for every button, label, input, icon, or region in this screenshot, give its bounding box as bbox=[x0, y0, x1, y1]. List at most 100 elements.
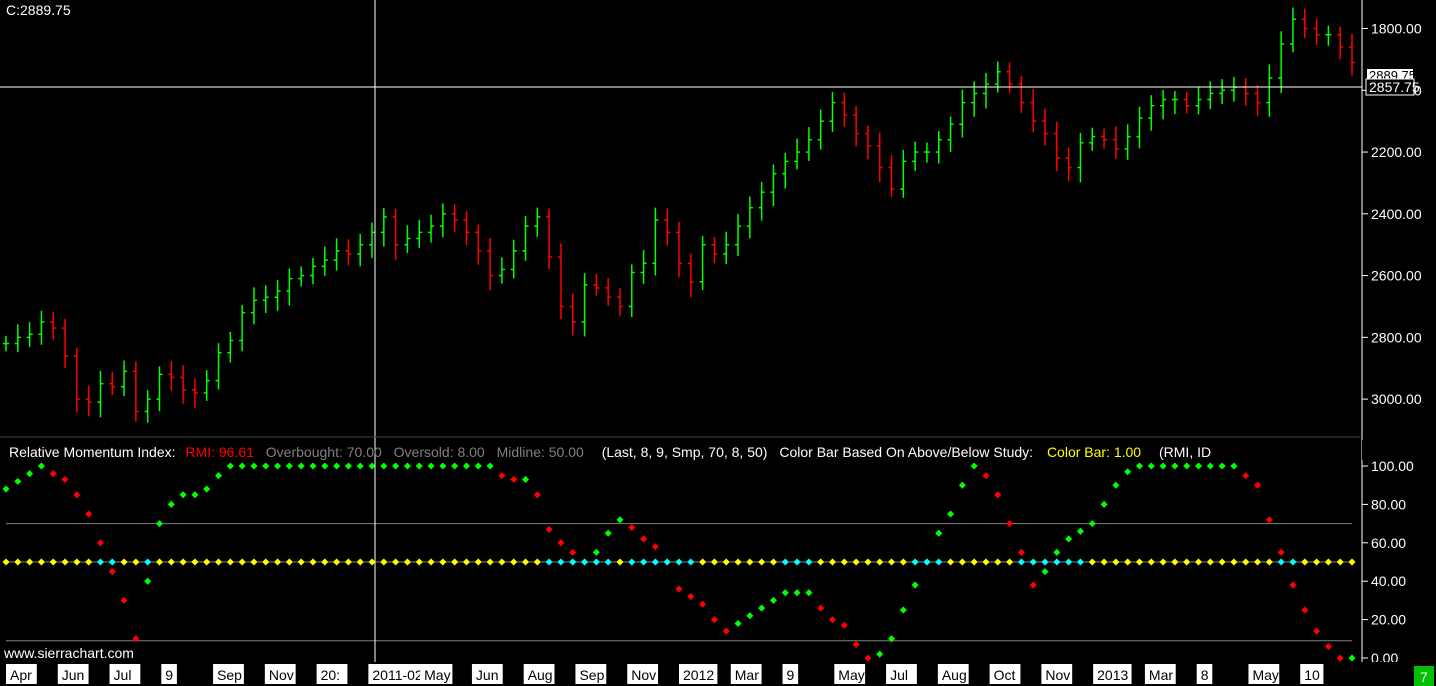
price-bar[interactable] bbox=[227, 331, 234, 363]
price-bar[interactable] bbox=[97, 371, 104, 418]
price-bar[interactable] bbox=[1160, 89, 1167, 120]
price-bar[interactable] bbox=[85, 385, 92, 417]
price-bar[interactable] bbox=[605, 278, 612, 306]
time-axis-label[interactable]: Aug bbox=[937, 664, 969, 684]
price-bar[interactable] bbox=[616, 288, 623, 317]
chart-canvas[interactable]: C:2889.75 3000.00 2800.00 2600.00 2400.00 22… bbox=[0, 0, 1436, 686]
price-bar[interactable] bbox=[180, 365, 187, 404]
time-axis-label[interactable]: Aug bbox=[523, 664, 555, 684]
price-bar[interactable] bbox=[510, 239, 517, 279]
price-bar[interactable] bbox=[1124, 124, 1131, 160]
price-bar[interactable] bbox=[298, 266, 305, 287]
price-bar[interactable] bbox=[994, 61, 1001, 93]
price-bar[interactable] bbox=[1230, 77, 1237, 102]
price-bar[interactable] bbox=[888, 155, 895, 197]
price-bar[interactable] bbox=[1337, 26, 1344, 60]
price-bar[interactable] bbox=[38, 310, 45, 345]
price-bar[interactable] bbox=[723, 231, 730, 265]
time-axis-label[interactable]: 9 bbox=[782, 664, 799, 684]
price-bar[interactable] bbox=[144, 390, 151, 423]
price-bar[interactable] bbox=[333, 238, 340, 271]
price-bar[interactable] bbox=[652, 207, 659, 276]
price-bar[interactable] bbox=[1101, 128, 1108, 149]
price-bar[interactable] bbox=[1195, 86, 1202, 115]
time-axis-label[interactable]: May bbox=[1248, 664, 1280, 684]
price-bar[interactable] bbox=[262, 285, 269, 313]
price-bar[interactable] bbox=[1313, 18, 1320, 45]
price-bar[interactable] bbox=[357, 233, 364, 267]
price-bar[interactable] bbox=[392, 208, 399, 260]
price-bar[interactable] bbox=[947, 116, 954, 153]
price-bar[interactable] bbox=[1053, 121, 1060, 172]
price-bar[interactable] bbox=[664, 208, 671, 246]
price-bar[interactable] bbox=[380, 207, 387, 247]
price-bar[interactable] bbox=[805, 127, 812, 162]
price-bar[interactable] bbox=[50, 311, 57, 340]
price-bar[interactable] bbox=[1289, 7, 1296, 53]
time-axis-label[interactable]: Oct bbox=[989, 664, 1021, 684]
price-bar[interactable] bbox=[1278, 31, 1285, 94]
price-bar[interactable] bbox=[676, 221, 682, 278]
price-bar[interactable] bbox=[841, 92, 848, 127]
price-bar[interactable] bbox=[321, 246, 328, 276]
price-bar[interactable] bbox=[735, 214, 742, 256]
price-bar[interactable] bbox=[782, 152, 789, 189]
time-axis-label[interactable]: 10 bbox=[1300, 664, 1324, 684]
price-bar[interactable] bbox=[628, 264, 635, 317]
price-bar[interactable] bbox=[1112, 126, 1119, 159]
price-bar[interactable] bbox=[522, 215, 529, 261]
price-bar[interactable] bbox=[853, 106, 860, 147]
price-bar[interactable] bbox=[274, 279, 281, 311]
time-axis-label[interactable]: Jun bbox=[471, 664, 503, 684]
time-axis-label[interactable]: Sep bbox=[575, 664, 607, 684]
time-axis-label[interactable]: Nov bbox=[627, 664, 659, 684]
time-axis-label[interactable]: 9 bbox=[161, 664, 177, 684]
time-axis-label[interactable]: 2013 bbox=[1093, 664, 1132, 684]
price-bar[interactable] bbox=[1077, 132, 1084, 183]
time-axis-label[interactable]: Jun bbox=[57, 664, 89, 684]
price-bar[interactable] bbox=[121, 360, 128, 397]
price-bar[interactable] bbox=[640, 249, 647, 284]
rmi-study-pane[interactable] bbox=[2, 462, 1356, 662]
price-bar[interactable] bbox=[817, 109, 824, 150]
price-bar[interactable] bbox=[546, 208, 553, 269]
price-bar[interactable] bbox=[1148, 95, 1155, 131]
price-bar[interactable] bbox=[1242, 77, 1249, 106]
price-bar[interactable] bbox=[982, 73, 989, 109]
price-bar[interactable] bbox=[758, 182, 765, 221]
price-bar[interactable] bbox=[1207, 81, 1214, 110]
time-axis-label[interactable]: 8 bbox=[1196, 664, 1213, 684]
price-bar[interactable] bbox=[1136, 106, 1143, 149]
price-bar[interactable] bbox=[794, 138, 801, 170]
time-axis-label[interactable]: Nov bbox=[264, 664, 296, 684]
time-axis-label[interactable]: Apr bbox=[6, 664, 37, 684]
price-bar[interactable] bbox=[1042, 108, 1049, 146]
price-bar[interactable] bbox=[1018, 75, 1025, 113]
price-bar[interactable] bbox=[687, 253, 694, 297]
price-bar[interactable] bbox=[286, 268, 293, 306]
price-bar[interactable] bbox=[345, 239, 352, 266]
price-bar[interactable] bbox=[876, 132, 883, 183]
price-bar[interactable] bbox=[711, 236, 718, 264]
time-axis-label[interactable]: 2012 bbox=[679, 664, 718, 684]
price-bar[interactable] bbox=[239, 304, 246, 352]
price-bar[interactable] bbox=[1301, 8, 1308, 38]
price-bar[interactable] bbox=[439, 203, 446, 238]
time-axis-label[interactable]: Sep bbox=[213, 664, 244, 684]
price-bar[interactable] bbox=[1266, 64, 1273, 117]
price-bar[interactable] bbox=[557, 243, 564, 320]
price-bar[interactable] bbox=[959, 89, 966, 138]
price-bar[interactable] bbox=[770, 164, 777, 207]
price-bar[interactable] bbox=[1171, 90, 1178, 115]
price-bar[interactable] bbox=[3, 335, 9, 352]
price-bar[interactable] bbox=[203, 370, 210, 401]
price-bar[interactable] bbox=[569, 293, 576, 336]
time-axis-label[interactable]: Jul bbox=[109, 664, 141, 684]
price-bar[interactable] bbox=[215, 343, 222, 390]
price-pane[interactable] bbox=[3, 7, 1355, 423]
price-bar[interactable] bbox=[581, 273, 588, 337]
price-bar[interactable] bbox=[593, 274, 600, 296]
time-axis-label[interactable]: Nov bbox=[1041, 664, 1073, 684]
price-bar[interactable] bbox=[699, 236, 706, 291]
time-axis-label[interactable]: Jul bbox=[886, 664, 917, 684]
